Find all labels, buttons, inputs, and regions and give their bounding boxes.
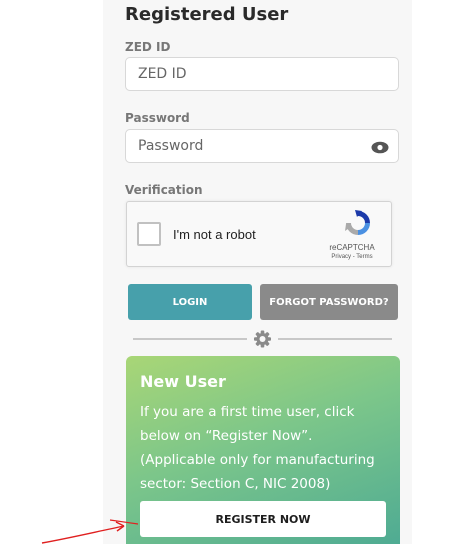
recaptcha-checkbox[interactable] [137,222,161,246]
recaptcha-terms-link[interactable]: Privacy - Terms [317,254,387,260]
verification-label: Verification [125,183,203,197]
eye-icon[interactable] [371,141,389,154]
page-title: Registered User [125,4,289,25]
zed-id-label: ZED ID [125,40,171,54]
recaptcha-brand: reCAPTCHA [329,243,375,252]
password-label: Password [125,111,190,125]
recaptcha-checkbox-label: I'm not a robot [173,227,256,242]
new-user-title: New User [140,372,226,391]
zed-id-input[interactable] [125,57,399,91]
register-now-button[interactable]: REGISTER NOW [140,501,386,537]
new-user-card: New User If you are a first time user, c… [126,356,400,544]
recaptcha-logo-icon [345,210,370,235]
new-user-description: If you are a first time user, click belo… [140,404,375,492]
gear-icon [254,330,271,348]
forgot-password-button[interactable]: FORGOT PASSWORD? [260,284,398,320]
recaptcha-widget: I'm not a robot reCAPTCHA Privacy - Term… [126,201,392,267]
password-input[interactable] [125,129,399,163]
annotation-arrow-icon [41,519,139,544]
gear-divider [133,330,392,348]
login-button[interactable]: LOGIN [128,284,252,320]
